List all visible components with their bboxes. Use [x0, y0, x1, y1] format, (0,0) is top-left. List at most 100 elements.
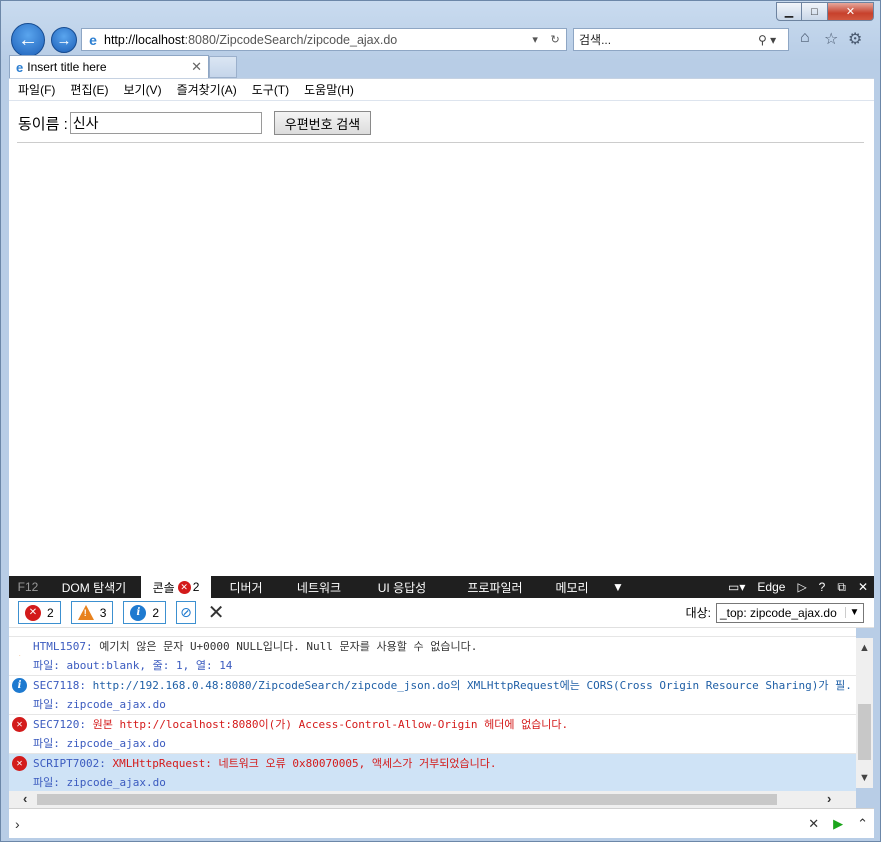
- ie-tab-icon: e: [16, 59, 24, 75]
- new-tab-button[interactable]: [209, 56, 237, 78]
- error-icon: ✕: [12, 717, 27, 732]
- chevron-down-icon[interactable]: ▼: [859, 772, 870, 784]
- minimize-button[interactable]: ▁: [776, 2, 802, 21]
- address-tools: ▾ ↻: [526, 33, 566, 46]
- console-toggle-icon[interactable]: ▷: [797, 580, 806, 594]
- search-input[interactable]: 검색...: [579, 31, 758, 48]
- undock-icon[interactable]: ⧉: [837, 580, 846, 595]
- file-link[interactable]: zipcode_ajax.do: [60, 737, 165, 750]
- home-icon[interactable]: ⌂: [800, 29, 810, 47]
- file-label: 파일:: [33, 776, 60, 789]
- message-text: 예기치 않은 문자 U+0000 NULL입니다. Null 문자를 사용할 수…: [92, 640, 478, 653]
- dropdown-icon[interactable]: ▾: [532, 33, 538, 46]
- scrollbar-thumb[interactable]: [858, 704, 871, 760]
- console-output: ! HTML1507: 예기치 않은 문자 U+0000 NULL입니다. Nu…: [9, 628, 856, 791]
- filter-warnings-button[interactable]: ! 3: [70, 601, 114, 624]
- refresh-icon[interactable]: ↻: [550, 33, 559, 46]
- console-message-info[interactable]: i SEC7118: http://192.168.0.48:8080/Zipc…: [9, 675, 856, 714]
- warning-icon: !: [12, 639, 34, 656]
- message-text: http://192.168.0.48:8080/ZipcodeSearch/z…: [85, 679, 852, 692]
- scrollbar-thumb[interactable]: [37, 794, 777, 805]
- search-box[interactable]: 검색... ⚲ ▾: [573, 28, 789, 51]
- clear-on-navigate-button[interactable]: ⊘: [176, 601, 196, 624]
- maximize-button[interactable]: □: [802, 2, 828, 21]
- filter-errors-button[interactable]: ✕ 2: [18, 601, 61, 624]
- back-arrow-icon: ←: [18, 28, 38, 51]
- tab-ui-responsiveness[interactable]: UI 응답성: [357, 576, 447, 598]
- console-message-error-selected[interactable]: ✕ SCRIPT7002: XMLHttpRequest: 네트워크 오류 0x…: [9, 753, 856, 791]
- message-code: SCRIPT7002:: [33, 757, 106, 770]
- menu-favorites[interactable]: 즐겨찾기(A): [177, 81, 237, 98]
- tab-console[interactable]: 콘솔 ✕ 2: [141, 576, 211, 598]
- console-message-warning[interactable]: ! HTML1507: 예기치 않은 문자 U+0000 NULL입니다. Nu…: [9, 636, 856, 675]
- tab-active[interactable]: e Insert title here ✕: [9, 55, 209, 78]
- tab-debugger[interactable]: 디버거: [211, 576, 281, 598]
- tab-dom-explorer[interactable]: DOM 탐색기: [47, 576, 141, 598]
- console-error-count: 2: [192, 580, 200, 594]
- devtools-close-icon[interactable]: ✕: [858, 580, 868, 594]
- expand-input-icon[interactable]: ⌃: [857, 816, 868, 832]
- message-text: 원본 http://localhost:8080이(가) Access-Cont…: [85, 718, 569, 731]
- info-icon: i: [130, 604, 147, 621]
- address-url[interactable]: http://localhost:8080/ZipcodeSearch/zipc…: [104, 33, 526, 47]
- file-label: 파일:: [33, 698, 60, 711]
- menu-help[interactable]: 도움말(H): [304, 81, 354, 98]
- favorites-star-icon[interactable]: ☆: [824, 29, 838, 49]
- chevron-right-icon[interactable]: ›: [827, 791, 831, 806]
- tab-console-label: 콘솔: [152, 580, 175, 595]
- back-button[interactable]: ←: [11, 23, 45, 57]
- clear-input-icon[interactable]: ✕: [808, 816, 819, 832]
- menu-tools[interactable]: 도구(T): [252, 81, 289, 98]
- page-content: 동이름 : 우편번호 검색: [9, 100, 874, 576]
- target-select[interactable]: _top: zipcode_ajax.do ▼: [716, 602, 864, 623]
- file-link[interactable]: zipcode_ajax.do: [60, 776, 165, 789]
- emulation-monitor-icon[interactable]: ▭▾: [728, 580, 745, 594]
- clear-on-navigate-icon: ⊘: [180, 604, 192, 620]
- file-link[interactable]: about:blank, 줄: 1, 열: 14: [60, 659, 232, 672]
- menu-bar: 파일(F) 편집(E) 보기(V) 즐겨찾기(A) 도구(T) 도움말(H): [9, 78, 874, 100]
- ie-page-icon: e: [89, 31, 97, 48]
- forward-arrow-icon: →: [56, 31, 72, 49]
- console-message-error[interactable]: ✕ SEC7120: 원본 http://localhost:8080이(가) …: [9, 714, 856, 753]
- gear-icon[interactable]: ⚙: [848, 29, 862, 49]
- tab-memory[interactable]: 메모리: [543, 576, 601, 598]
- emulation-mode[interactable]: Edge: [757, 580, 785, 594]
- console-input-bar[interactable]: › ✕ ▶ ⌃: [9, 808, 874, 838]
- run-icon[interactable]: ▶: [833, 816, 843, 832]
- filter-info-button[interactable]: i2: [123, 601, 167, 624]
- tab-title: Insert title here: [27, 60, 107, 74]
- search-icon[interactable]: ⚲ ▾: [758, 33, 788, 47]
- more-tabs-icon[interactable]: ▼: [601, 576, 635, 598]
- tab-close-icon[interactable]: ✕: [191, 59, 202, 75]
- horizontal-rule: [17, 142, 864, 143]
- zipcode-search-button[interactable]: 우편번호 검색: [273, 111, 372, 135]
- help-icon[interactable]: ?: [819, 580, 826, 594]
- target-label: 대상:: [685, 606, 711, 620]
- chevron-down-icon: ▼: [845, 607, 863, 618]
- console-horizontal-scrollbar[interactable]: ‹ ›: [9, 791, 856, 808]
- devtools-f12-label: F12: [17, 580, 39, 594]
- file-link[interactable]: zipcode_ajax.do: [60, 698, 165, 711]
- chevron-up-icon[interactable]: ▲: [859, 642, 870, 654]
- file-label: 파일:: [33, 737, 60, 750]
- forward-button[interactable]: →: [51, 27, 77, 53]
- target-selector: 대상: _top: zipcode_ajax.do ▼: [685, 602, 864, 623]
- clear-console-icon[interactable]: ✕: [208, 600, 225, 625]
- address-bar[interactable]: e http://localhost:8080/ZipcodeSearch/zi…: [81, 28, 567, 51]
- tab-profiler[interactable]: 프로파일러: [447, 576, 543, 598]
- errors-count: 2: [47, 605, 54, 620]
- menu-file[interactable]: 파일(F): [18, 81, 55, 98]
- warnings-count: 3: [99, 605, 107, 620]
- chevron-left-icon[interactable]: ‹: [23, 791, 27, 806]
- menu-edit[interactable]: 편집(E): [70, 81, 108, 98]
- target-value: _top: zipcode_ajax.do: [720, 605, 837, 620]
- message-code: SEC7118:: [33, 679, 86, 692]
- tab-network[interactable]: 네트워크: [281, 576, 357, 598]
- console-vertical-scrollbar[interactable]: ▲ ▼: [856, 638, 873, 788]
- dong-name-input[interactable]: [69, 112, 262, 134]
- close-button[interactable]: ✕: [828, 2, 874, 21]
- menu-view[interactable]: 보기(V): [123, 81, 161, 98]
- error-icon: ✕: [25, 604, 41, 621]
- message-code: SEC7120:: [33, 718, 86, 731]
- window-controls: ▁ □ ✕: [776, 2, 874, 21]
